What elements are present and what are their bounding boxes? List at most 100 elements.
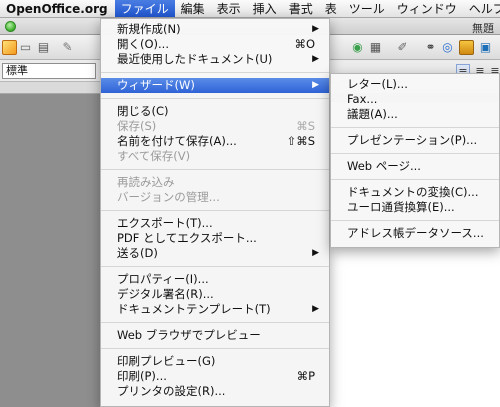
menu-separator: [101, 210, 329, 211]
submenu-arrow-icon: ▶: [312, 80, 319, 90]
menu-item-label: 新規作成(N): [117, 22, 181, 36]
menu-item-label: 保存(S): [117, 119, 157, 133]
shortcut-label: ⌘S: [296, 119, 315, 133]
menu-item-label: 名前を付けて保存(A)...: [117, 134, 237, 148]
menu-item-save: 保存(S) ⌘S: [101, 119, 329, 134]
menu-item-save-all: すべて保存(V): [101, 149, 329, 164]
navigator-icon[interactable]: ◎: [440, 40, 455, 55]
menu-item-label: バージョンの管理...: [117, 190, 220, 204]
menu-separator: [331, 127, 499, 128]
window-title: 無題: [472, 22, 494, 35]
menu-item-label: ドキュメントテンプレート(T): [117, 302, 271, 316]
menu-item-label: エクスポート(T)...: [117, 216, 213, 230]
menu-table[interactable]: 表: [319, 0, 343, 17]
shortcut-label: ⇧⌘S: [286, 134, 315, 148]
menu-item-versions: バージョンの管理...: [101, 190, 329, 205]
table-icon[interactable]: ▦: [368, 40, 383, 55]
show-draw-functions-icon[interactable]: ✐: [395, 40, 410, 55]
wizard-item-agenda[interactable]: 議題(A)...: [331, 107, 499, 122]
edit-file-icon[interactable]: ✎: [60, 40, 75, 55]
shortcut-label: ⌘P: [296, 369, 315, 383]
submenu-arrow-icon: ▶: [312, 54, 319, 64]
app-menu[interactable]: OpenOffice.org: [0, 0, 115, 17]
menu-item-digital-signatures[interactable]: デジタル署名(R)...: [101, 287, 329, 302]
menu-item-close[interactable]: 閉じる(C): [101, 104, 329, 119]
menu-item-label: ウィザード(W): [117, 78, 195, 92]
menu-edit[interactable]: 編集: [175, 0, 211, 17]
menu-separator: [101, 72, 329, 73]
menu-item-save-as[interactable]: 名前を付けて保存(A)... ⇧⌘S: [101, 134, 329, 149]
menu-item-printer-settings[interactable]: プリンタの設定(R)...: [101, 384, 329, 399]
open-folder-icon[interactable]: ▭: [18, 40, 33, 55]
menu-separator: [101, 98, 329, 99]
data-sources-icon[interactable]: ▣: [478, 40, 493, 55]
menu-item-send[interactable]: 送る(D) ▶: [101, 246, 329, 261]
menu-item-label: レター(L)...: [347, 77, 408, 91]
menu-item-label: プリンタの設定(R)...: [117, 384, 226, 398]
menu-separator: [101, 169, 329, 170]
wizard-item-euro-converter[interactable]: ユーロ通貨換算(E)...: [331, 200, 499, 215]
menu-item-label: プレゼンテーション(P)...: [347, 133, 478, 147]
menu-help[interactable]: ヘルプ: [463, 0, 500, 17]
menu-separator: [331, 153, 499, 154]
menu-item-print[interactable]: 印刷(P)... ⌘P: [101, 369, 329, 384]
binoculars-find-icon[interactable]: ⚭: [423, 40, 438, 55]
menu-separator: [331, 220, 499, 221]
submenu-arrow-icon: ▶: [312, 304, 319, 314]
menu-item-label: アドレス帳データソース...: [347, 226, 484, 240]
menu-item-label: Web ブラウザでプレビュー: [117, 328, 261, 342]
submenu-arrow-icon: ▶: [312, 248, 319, 258]
wizard-item-web-page[interactable]: Web ページ...: [331, 159, 499, 174]
menu-item-label: Web ページ...: [347, 159, 421, 173]
menu-item-new[interactable]: 新規作成(N) ▶: [101, 22, 329, 37]
menu-item-export[interactable]: エクスポート(T)...: [101, 216, 329, 231]
menu-separator: [101, 322, 329, 323]
submenu-arrow-icon: ▶: [312, 24, 319, 34]
wizard-item-letter[interactable]: レター(L)...: [331, 77, 499, 92]
menu-item-web-preview[interactable]: Web ブラウザでプレビュー: [101, 328, 329, 343]
wizard-item-fax[interactable]: Fax...: [331, 92, 499, 107]
menu-item-properties[interactable]: プロパティー(I)...: [101, 272, 329, 287]
menu-insert[interactable]: 挿入: [247, 0, 283, 17]
menu-file[interactable]: ファイル: [114, 0, 175, 17]
menu-item-reload: 再読み込み: [101, 175, 329, 190]
menu-separator: [101, 266, 329, 267]
menu-format[interactable]: 書式: [283, 0, 319, 17]
gallery-icon[interactable]: [459, 40, 474, 55]
menu-item-label: ドキュメントの変換(C)...: [347, 185, 479, 199]
wizard-item-address-data-source[interactable]: アドレス帳データソース...: [331, 226, 499, 241]
wizard-item-presentation[interactable]: プレゼンテーション(P)...: [331, 133, 499, 148]
zoom-window-button[interactable]: [5, 21, 16, 32]
menu-item-export-pdf[interactable]: PDF としてエクスポート...: [101, 231, 329, 246]
menu-item-label: 開く(O)...: [117, 37, 169, 51]
menu-separator: [331, 179, 499, 180]
shortcut-label: ⌘O: [294, 37, 315, 51]
menu-item-templates[interactable]: ドキュメントテンプレート(T) ▶: [101, 302, 329, 317]
menu-item-label: 再読み込み: [117, 175, 175, 189]
menu-item-label: デジタル署名(R)...: [117, 287, 214, 301]
menu-separator: [101, 348, 329, 349]
menu-bar: OpenOffice.org ファイル 編集 表示 挿入 書式 表 ツール ウィ…: [0, 0, 500, 18]
new-document-icon[interactable]: [2, 40, 17, 55]
paragraph-style-select[interactable]: 標準: [2, 63, 96, 79]
menu-item-label: 閉じる(C): [117, 104, 169, 118]
menu-item-label: PDF としてエクスポート...: [117, 231, 257, 245]
wizard-item-document-converter[interactable]: ドキュメントの変換(C)...: [331, 185, 499, 200]
menu-item-print-preview[interactable]: 印刷プレビュー(G): [101, 354, 329, 369]
menu-item-label: 送る(D): [117, 246, 158, 260]
menu-item-label: 印刷(P)...: [117, 369, 167, 383]
menu-window[interactable]: ウィンドウ: [391, 0, 463, 17]
menu-item-label: プロパティー(I)...: [117, 272, 209, 286]
menu-item-label: 議題(A)...: [347, 107, 398, 121]
menu-item-recent-documents[interactable]: 最近使用したドキュメント(U) ▶: [101, 52, 329, 67]
menu-item-label: 印刷プレビュー(G): [117, 354, 216, 368]
menu-tools[interactable]: ツール: [343, 0, 391, 17]
menu-item-label: すべて保存(V): [117, 149, 191, 163]
hyperlink-globe-icon[interactable]: ◉: [350, 40, 365, 55]
menu-item-open[interactable]: 開く(O)... ⌘O: [101, 37, 329, 52]
menu-view[interactable]: 表示: [211, 0, 247, 17]
menu-item-wizards[interactable]: ウィザード(W) ▶: [101, 78, 329, 93]
file-menu: 新規作成(N) ▶ 開く(O)... ⌘O 最近使用したドキュメント(U) ▶ …: [100, 18, 330, 407]
menu-item-label: 最近使用したドキュメント(U): [117, 52, 273, 66]
save-icon[interactable]: ▤: [36, 40, 51, 55]
